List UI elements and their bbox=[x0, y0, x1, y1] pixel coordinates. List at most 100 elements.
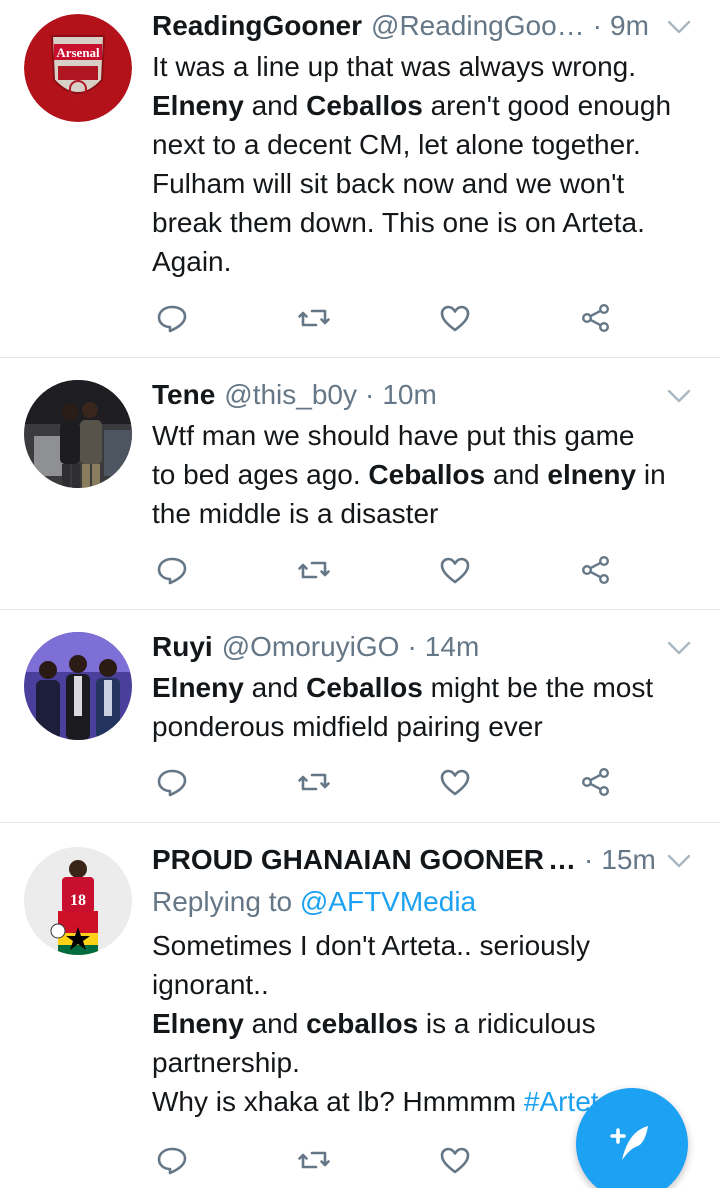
text-run: in bbox=[636, 459, 666, 490]
like-button[interactable] bbox=[435, 298, 475, 338]
text-run: partnership. bbox=[152, 1047, 300, 1078]
timestamp[interactable]: 15m bbox=[601, 842, 655, 878]
replying-to-label: Replying to bbox=[152, 886, 293, 917]
share-button[interactable] bbox=[576, 762, 616, 802]
tweet-text-line: break them down. This one is on Arteta. bbox=[152, 203, 697, 242]
bold-text: Elneny bbox=[152, 672, 244, 703]
text-run: ignorant.. bbox=[152, 969, 269, 1000]
reply-button[interactable] bbox=[152, 762, 192, 802]
avatar[interactable] bbox=[24, 632, 132, 740]
separator: · bbox=[365, 379, 375, 410]
text-run: break them down. This one is on Arteta. bbox=[152, 207, 645, 238]
chevron-down-icon[interactable] bbox=[666, 14, 692, 40]
retweet-button[interactable] bbox=[294, 762, 334, 802]
share-button[interactable] bbox=[576, 550, 616, 590]
text-run: is a ridiculous bbox=[418, 1008, 596, 1039]
tweet-text-line: It was a line up that was always wrong. bbox=[152, 47, 697, 86]
text-run: and bbox=[243, 1008, 307, 1039]
name-truncation: … bbox=[548, 844, 577, 875]
avatar[interactable]: 18 bbox=[24, 847, 132, 955]
text-run: Wtf man we should have put this game bbox=[152, 420, 635, 451]
user-handle[interactable]: @this_b0y bbox=[224, 377, 357, 413]
heart-icon bbox=[440, 557, 470, 584]
tweet-text: Elneny and Ceballos might be the most pon… bbox=[152, 668, 697, 746]
text-run: and bbox=[243, 672, 307, 703]
tweet-text-line: next to a decent CM, let alone together. bbox=[152, 125, 697, 164]
bold-text: Elneny bbox=[152, 1008, 244, 1039]
separator: · bbox=[407, 631, 417, 662]
tweet-actions bbox=[152, 762, 632, 802]
bold-text: ceballos bbox=[306, 1008, 419, 1039]
compose-tweet-button[interactable] bbox=[576, 1088, 688, 1188]
tweet-text-line: the middle is a disaster bbox=[152, 494, 697, 533]
svg-text:Arsenal: Arsenal bbox=[56, 45, 100, 60]
text-run: the middle is a disaster bbox=[152, 498, 439, 529]
avatar[interactable] bbox=[24, 380, 132, 488]
reply-mention-link[interactable]: @AFTVMedia bbox=[300, 886, 476, 917]
bold-text: elneny bbox=[547, 459, 637, 490]
heart-icon bbox=[440, 769, 470, 796]
retweet-button[interactable] bbox=[294, 1140, 334, 1180]
svg-text:18: 18 bbox=[70, 892, 86, 909]
user-handle[interactable]: @ReadingGoo… bbox=[371, 8, 585, 44]
reply-icon bbox=[157, 769, 187, 797]
separator: · bbox=[584, 844, 594, 875]
heart-icon bbox=[440, 1147, 470, 1174]
chevron-down-icon[interactable] bbox=[666, 383, 692, 409]
display-name[interactable]: Tene bbox=[152, 377, 215, 413]
timestamp[interactable]: 10m bbox=[382, 377, 436, 413]
timestamp[interactable]: 14m bbox=[425, 629, 479, 665]
reply-button[interactable] bbox=[152, 550, 192, 590]
compose-tweet-icon bbox=[610, 1126, 648, 1160]
separator: · bbox=[592, 10, 602, 41]
retweet-icon bbox=[298, 561, 330, 579]
text-run: ponderous midfield pairing ever bbox=[152, 711, 543, 742]
tweet-header: Tene @this_b0y · 10m bbox=[152, 377, 690, 413]
reply-button[interactable] bbox=[152, 298, 192, 338]
user-handle[interactable]: @OmoruyiGO bbox=[222, 629, 400, 665]
tweet-text-line: to bed ages ago. Ceballos and elneny in bbox=[152, 455, 697, 494]
tweet-text: It was a line up that was always wrong. E… bbox=[152, 47, 697, 281]
reply-context: Replying to @AFTVMedia bbox=[152, 882, 697, 921]
bold-text: Ceballos bbox=[306, 90, 423, 121]
chevron-down-icon[interactable] bbox=[666, 635, 692, 661]
text-run: Fulham will sit back now and we won't bbox=[152, 168, 625, 199]
avatar[interactable]: Arsenal bbox=[24, 14, 132, 122]
retweet-button[interactable] bbox=[294, 298, 334, 338]
text-run: to bed ages ago. bbox=[152, 459, 369, 490]
retweet-icon bbox=[298, 309, 330, 327]
tweet[interactable]: Ruyi @OmoruyiGO · 14m Elneny and Ceballo… bbox=[0, 610, 720, 823]
tweet-text-line: Elneny and Ceballos aren't good enough bbox=[152, 86, 697, 125]
text-run: aren't good enough bbox=[422, 90, 672, 121]
timestamp[interactable]: 9m bbox=[610, 8, 649, 44]
like-button[interactable] bbox=[435, 762, 475, 802]
tweet-text: Wtf man we should have put this game to b… bbox=[152, 416, 697, 533]
text-run: It was a line up that was always wrong. bbox=[152, 51, 637, 82]
tweet-text-line: Elneny and Ceballos might be the most bbox=[152, 668, 697, 707]
tweet[interactable]: Tene @this_b0y · 10m Wtf man we should h… bbox=[0, 358, 720, 610]
display-name[interactable]: PROUD GHANAIAN GOONER bbox=[152, 842, 544, 878]
tweet-header: ReadingGooner @ReadingGoo… · 9m bbox=[152, 8, 690, 44]
reply-button[interactable] bbox=[152, 1140, 192, 1180]
bold-text: Ceballos bbox=[306, 672, 423, 703]
tweet-text-line: Again. bbox=[152, 242, 697, 281]
display-name[interactable]: ReadingGooner bbox=[152, 8, 362, 44]
retweet-icon bbox=[298, 1151, 330, 1169]
tweet-text-line: ignorant.. bbox=[152, 965, 697, 1004]
tweet-actions bbox=[152, 550, 632, 590]
reply-icon bbox=[157, 1147, 187, 1175]
share-button[interactable] bbox=[576, 298, 616, 338]
tweet[interactable]: Arsenal ReadingGooner @ReadingGoo… · 9m … bbox=[0, 0, 720, 358]
display-name[interactable]: Ruyi bbox=[152, 629, 213, 665]
like-button[interactable] bbox=[435, 1140, 475, 1180]
share-icon bbox=[581, 303, 610, 333]
retweet-button[interactable] bbox=[294, 550, 334, 590]
tweet-text-line: Fulham will sit back now and we won't bbox=[152, 164, 697, 203]
text-run: Sometimes I don't Arteta.. seriously bbox=[152, 930, 590, 961]
tweet-text-line: ponderous midfield pairing ever bbox=[152, 707, 697, 746]
like-button[interactable] bbox=[435, 550, 475, 590]
retweet-icon bbox=[298, 773, 330, 791]
text-run: Again. bbox=[152, 246, 232, 277]
chevron-down-icon[interactable] bbox=[666, 848, 692, 874]
tweet-text-line: partnership. bbox=[152, 1043, 697, 1082]
